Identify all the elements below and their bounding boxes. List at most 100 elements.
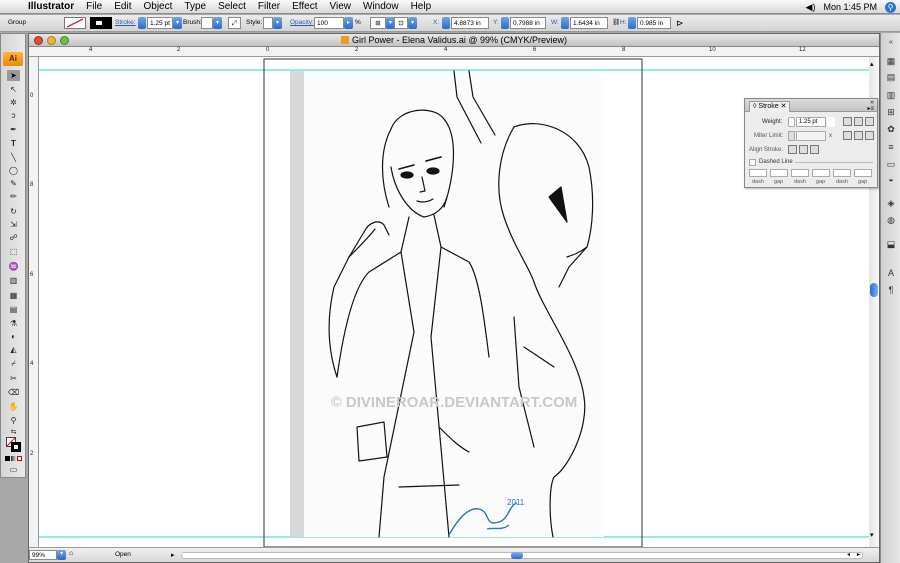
style-dropdown[interactable]: ▾ bbox=[273, 17, 282, 29]
stroke-panel-icon[interactable]: ≡ bbox=[885, 141, 897, 153]
panel-menu-icon[interactable]: ▸≡ bbox=[867, 105, 874, 112]
paintbrush-tool-icon[interactable]: ✎ bbox=[7, 178, 20, 189]
h-field[interactable]: 0.985 in bbox=[637, 17, 671, 29]
scroll-right-icon[interactable]: ▸ bbox=[857, 551, 860, 558]
brush-field[interactable] bbox=[201, 17, 213, 29]
slice-tool-icon[interactable]: ⌿ bbox=[7, 358, 20, 369]
lasso-tool-icon[interactable]: ↄ bbox=[7, 110, 20, 121]
bevel-join-button[interactable] bbox=[865, 131, 874, 140]
appearance-panel-icon[interactable]: ◍ bbox=[885, 214, 897, 226]
scissors-tool-icon[interactable]: ✂ bbox=[7, 373, 20, 384]
style-field[interactable] bbox=[263, 17, 273, 29]
stroke-weight-dropdown[interactable]: ▾ bbox=[173, 17, 182, 29]
clock[interactable]: Mon 1:45 PM bbox=[823, 2, 877, 12]
align-icon[interactable]: ⊞ bbox=[370, 17, 386, 29]
stroke-stepper[interactable] bbox=[138, 17, 146, 29]
align-center-button[interactable] bbox=[788, 145, 797, 154]
opacity-dropdown[interactable]: ▸ bbox=[344, 17, 353, 29]
stroke-panel-tab[interactable]: ◊ Stroke ✕ bbox=[749, 101, 791, 112]
opacity-label[interactable]: Opacity: bbox=[290, 17, 314, 29]
status-menu-icon[interactable]: ▸ bbox=[171, 551, 175, 559]
zoom-tool-icon[interactable]: ⚲ bbox=[7, 415, 20, 426]
color-panel-icon[interactable]: ▦ bbox=[885, 55, 897, 67]
vertical-ruler[interactable]: 0 8 6 4 2 bbox=[29, 57, 39, 547]
selection-tool-icon[interactable]: ➤ bbox=[7, 70, 20, 81]
menu-object[interactable]: Object bbox=[137, 1, 178, 12]
zoom-dropdown[interactable]: ▾ bbox=[57, 550, 66, 560]
stroke-swatch[interactable] bbox=[90, 17, 112, 29]
gap-field-3[interactable] bbox=[854, 169, 872, 177]
color-guide-panel-icon[interactable]: ▤ bbox=[885, 71, 897, 83]
align-inside-button[interactable] bbox=[799, 145, 808, 154]
menu-edit[interactable]: Edit bbox=[108, 1, 137, 12]
scroll-up-icon[interactable]: ▴ bbox=[870, 60, 874, 68]
pen-tool-icon[interactable]: ✒ bbox=[7, 124, 20, 135]
status-text[interactable]: Open bbox=[115, 551, 131, 558]
brush-dropdown[interactable]: ▾ bbox=[213, 17, 222, 29]
w-field[interactable]: 1.6434 in bbox=[570, 17, 608, 29]
butt-cap-button[interactable] bbox=[843, 117, 852, 126]
menu-window[interactable]: Window bbox=[357, 1, 405, 12]
blend-tool-icon[interactable]: ◐ bbox=[7, 331, 20, 342]
gap-field-1[interactable] bbox=[770, 169, 788, 177]
transform-reference-icon[interactable]: ⊡ bbox=[394, 17, 408, 29]
gradient-panel-icon[interactable]: ▭ bbox=[885, 158, 897, 170]
none-mode-button[interactable] bbox=[17, 456, 22, 461]
menu-select[interactable]: Select bbox=[212, 1, 252, 12]
y-stepper[interactable] bbox=[501, 17, 509, 29]
h-stepper[interactable] bbox=[628, 17, 636, 29]
version-cue-icon[interactable]: ⌂ bbox=[69, 550, 73, 557]
character-panel-icon[interactable]: A bbox=[885, 267, 897, 279]
direct-selection-tool-icon[interactable]: ↖ bbox=[7, 84, 20, 95]
eyedropper-tool-icon[interactable]: ⚗ bbox=[7, 318, 20, 329]
symbols-panel-icon[interactable]: ✿ bbox=[885, 123, 897, 135]
gradient-mode-button[interactable] bbox=[11, 456, 16, 461]
graphic-styles-panel-icon[interactable]: ⬓ bbox=[885, 238, 897, 250]
brush-options-icon[interactable]: ⤢ bbox=[228, 17, 241, 29]
menu-type[interactable]: Type bbox=[178, 1, 212, 12]
mesh-tool-icon[interactable]: ▦ bbox=[7, 290, 20, 301]
dash-field-1[interactable] bbox=[749, 169, 767, 177]
w-stepper[interactable] bbox=[561, 17, 569, 29]
zoom-window-icon[interactable] bbox=[60, 36, 69, 45]
menu-effect[interactable]: Effect bbox=[286, 1, 323, 12]
graph-tool-icon[interactable]: ▥ bbox=[7, 275, 20, 286]
screen-mode-icon[interactable]: ▭ bbox=[7, 464, 20, 475]
hand-tool-icon[interactable]: ✋ bbox=[7, 401, 20, 412]
minimize-window-icon[interactable] bbox=[47, 36, 56, 45]
gap-field-2[interactable] bbox=[812, 169, 830, 177]
horizontal-scrollbar[interactable] bbox=[181, 552, 863, 559]
menu-view[interactable]: View bbox=[324, 1, 358, 12]
transform-dropdown[interactable]: ▾ bbox=[408, 17, 417, 29]
dash-field-2[interactable] bbox=[791, 169, 809, 177]
color-mode-button[interactable] bbox=[5, 456, 10, 461]
swatches-panel-icon[interactable]: ▥ bbox=[885, 89, 897, 101]
ellipse-tool-icon[interactable]: ◯ bbox=[7, 165, 20, 176]
stroke-panel-header[interactable]: ◊ Stroke ✕ » ▸≡ bbox=[745, 99, 877, 112]
fill-swatch[interactable] bbox=[64, 17, 86, 29]
stroke-weight-field[interactable]: 1.25 pt bbox=[147, 17, 173, 29]
menu-file[interactable]: File bbox=[80, 1, 108, 12]
menu-help[interactable]: Help bbox=[405, 1, 438, 12]
gradient-tool-icon[interactable]: ▤ bbox=[7, 304, 20, 315]
pencil-tool-icon[interactable]: ✏ bbox=[7, 191, 20, 202]
scale-tool-icon[interactable]: ⇲ bbox=[7, 219, 20, 230]
warp-tool-icon[interactable]: ☍ bbox=[7, 232, 20, 243]
miter-join-button[interactable] bbox=[843, 131, 852, 140]
panel-menu-icon[interactable]: ⊳ bbox=[676, 17, 684, 29]
paragraph-panel-icon[interactable]: ¶ bbox=[885, 284, 897, 296]
zoom-field[interactable]: 99% bbox=[29, 550, 57, 560]
eraser-tool-icon[interactable]: ⌫ bbox=[7, 387, 20, 398]
horizontal-scroll-thumb[interactable] bbox=[511, 552, 523, 559]
miter-limit-field[interactable] bbox=[796, 131, 826, 141]
app-menu[interactable]: Illustrator bbox=[22, 1, 80, 12]
x-stepper[interactable] bbox=[442, 17, 450, 29]
dock-expand-icon[interactable]: « bbox=[885, 37, 897, 49]
line-tool-icon[interactable]: ╲ bbox=[7, 152, 20, 163]
menu-filter[interactable]: Filter bbox=[252, 1, 286, 12]
sound-icon[interactable]: ◀) bbox=[806, 2, 816, 13]
close-window-icon[interactable] bbox=[34, 36, 43, 45]
projecting-cap-button[interactable] bbox=[865, 117, 874, 126]
brushes-panel-icon[interactable]: ⊞ bbox=[885, 106, 897, 118]
stroke-label[interactable]: Stroke: bbox=[115, 17, 136, 29]
